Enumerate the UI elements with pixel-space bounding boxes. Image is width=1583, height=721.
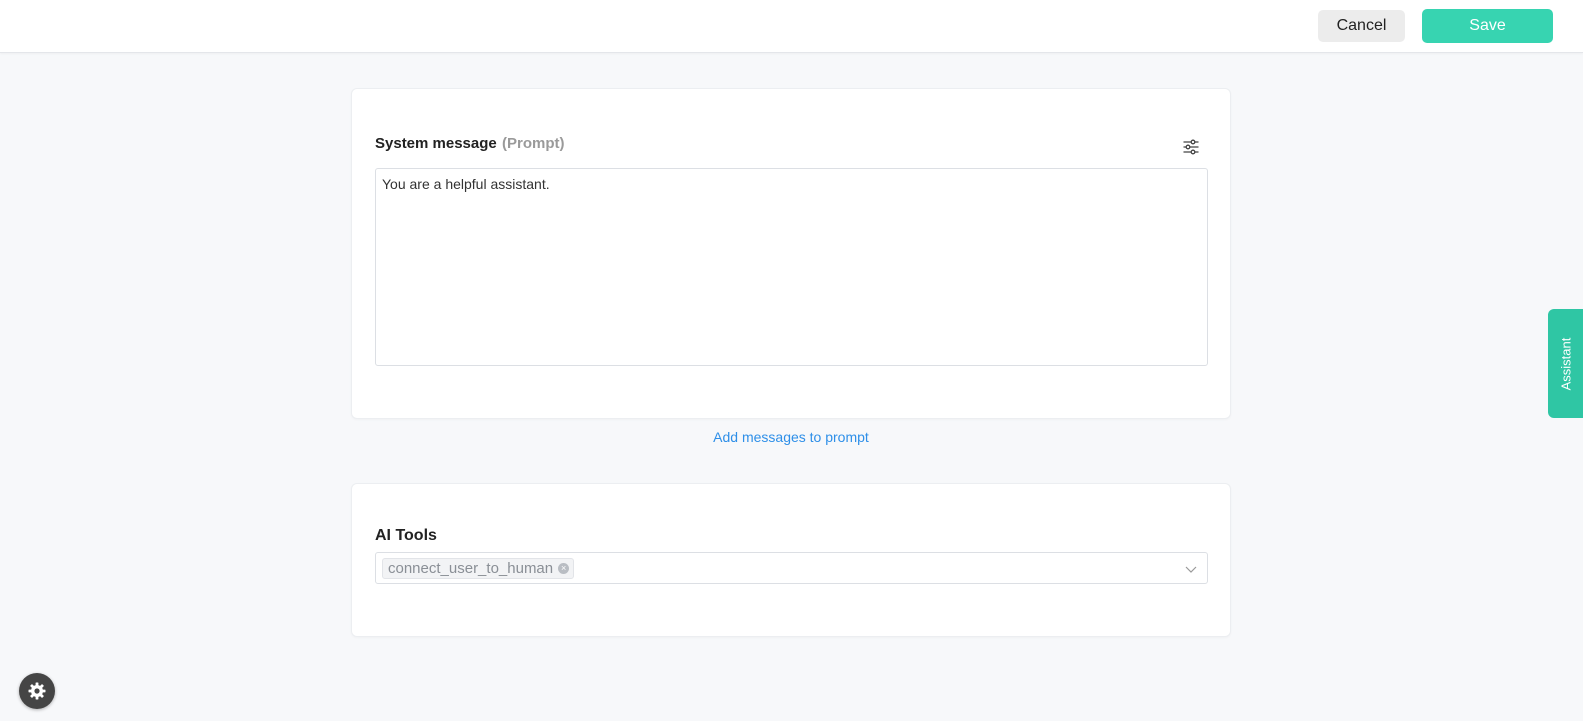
- system-message-input[interactable]: You are a helpful assistant.: [375, 168, 1208, 366]
- system-message-card: System message (Prompt) You are a helpfu…: [351, 88, 1231, 419]
- add-messages-link[interactable]: Add messages to prompt: [351, 429, 1231, 445]
- save-button[interactable]: Save: [1422, 9, 1553, 43]
- ai-tools-select[interactable]: connect_user_to_human ×: [375, 552, 1208, 584]
- gear-icon: [28, 682, 46, 700]
- sliders-icon[interactable]: [1182, 138, 1200, 156]
- chevron-down-icon[interactable]: [1185, 562, 1197, 574]
- prompt-hint-label: (Prompt): [502, 135, 565, 152]
- top-bar: Cancel Save: [0, 0, 1583, 53]
- ai-tools-label: AI Tools: [375, 527, 437, 544]
- tool-tag-label: connect_user_to_human: [388, 560, 554, 577]
- settings-floating-button[interactable]: [19, 673, 55, 709]
- system-message-label: System message: [375, 135, 497, 152]
- cancel-button[interactable]: Cancel: [1318, 10, 1405, 42]
- ai-tools-card: AI Tools connect_user_to_human ×: [351, 483, 1231, 637]
- assistant-side-tab[interactable]: Assistant: [1548, 309, 1583, 418]
- tool-tag: connect_user_to_human ×: [382, 558, 575, 579]
- assistant-tab-label: Assistant: [1558, 337, 1573, 390]
- remove-tag-icon[interactable]: ×: [558, 563, 570, 574]
